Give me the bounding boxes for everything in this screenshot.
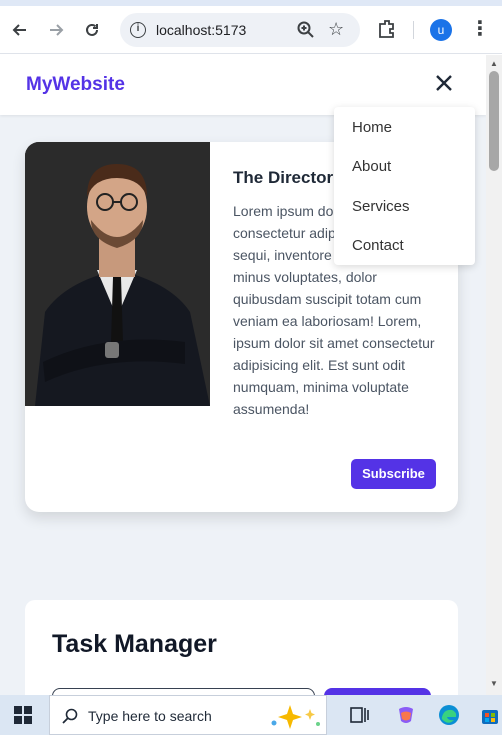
copilot-sparkle-icon[interactable] (266, 701, 326, 731)
forward-button[interactable] (44, 18, 68, 42)
profile-avatar[interactable]: u (430, 19, 452, 41)
back-arrow-icon (12, 24, 26, 36)
toolbar-divider (413, 21, 414, 39)
menu-item-services[interactable]: Services (352, 198, 410, 215)
task-view-icon[interactable] (349, 704, 371, 726)
close-menu-icon[interactable] (432, 71, 456, 95)
browser-toolbar: i localhost:5173 ☆ u ⋮ (0, 0, 502, 54)
scrollbar-thumb[interactable] (489, 71, 499, 171)
scroll-down-arrow-icon[interactable]: ▼ (490, 679, 498, 688)
reload-icon (86, 23, 98, 36)
nav-dropdown-menu: Home About Services Contact (334, 107, 475, 265)
windows-start-icon[interactable] (14, 706, 32, 724)
reload-button[interactable] (80, 18, 104, 42)
store-icon[interactable] (479, 704, 501, 726)
site-brand[interactable]: MyWebsite (26, 74, 125, 96)
browser-menu-icon[interactable]: ⋮ (470, 16, 490, 41)
menu-item-about[interactable]: About (352, 158, 391, 175)
site-info-icon[interactable]: i (130, 22, 146, 38)
card-title: The Director (233, 168, 334, 187)
task-input[interactable] (52, 688, 315, 695)
task-manager-card: Task Manager (25, 600, 458, 695)
subscribe-button[interactable]: Subscribe (351, 459, 436, 489)
taskbar-search-placeholder: Type here to search (88, 708, 212, 724)
copilot-app-icon[interactable] (395, 704, 417, 726)
forward-arrow-icon (50, 24, 64, 36)
menu-item-home[interactable]: Home (352, 119, 392, 136)
extensions-icon[interactable] (376, 18, 398, 40)
search-icon (62, 708, 78, 724)
site-header: MyWebsite (0, 55, 486, 115)
taskbar-search-box[interactable]: Type here to search (49, 695, 327, 735)
os-taskbar: Type here to search (0, 695, 502, 735)
task-manager-title: Task Manager (52, 630, 217, 658)
back-button[interactable] (8, 18, 32, 42)
page-scrollbar[interactable]: ▲ ▼ (486, 55, 502, 695)
menu-item-contact[interactable]: Contact (352, 237, 404, 254)
tab-strip (0, 0, 502, 6)
edge-browser-icon[interactable] (438, 704, 460, 726)
page-viewport: MyWebsite The Director Lorem ipsum dolor… (0, 55, 486, 695)
add-task-button[interactable] (324, 688, 431, 695)
url-text[interactable]: localhost:5173 (156, 22, 246, 38)
director-photo (25, 142, 210, 406)
bookmark-star-icon[interactable]: ☆ (328, 19, 344, 40)
scroll-up-arrow-icon[interactable]: ▲ (490, 59, 498, 68)
zoom-icon[interactable] (296, 20, 316, 40)
address-bar[interactable]: i localhost:5173 ☆ (120, 13, 360, 47)
